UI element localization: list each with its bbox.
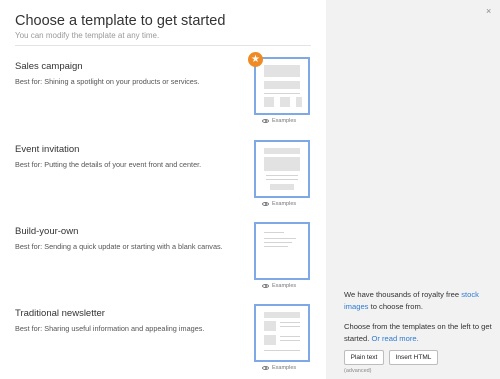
stock-text-after: to choose from. (368, 301, 423, 311)
template-bestfor-event-invitation: Best for: Putting the details of your ev… (15, 160, 202, 169)
template-chooser-panel: Choose a template to get started You can… (0, 0, 326, 379)
examples-label: Examples (272, 365, 297, 371)
template-name-sales-campaign: Sales campaign (15, 61, 83, 72)
featured-star-icon: ★ (248, 52, 263, 67)
examples-link-traditional-newsletter[interactable]: Examples (262, 365, 296, 371)
eye-icon (262, 366, 269, 370)
insert-html-button[interactable]: Insert HTML (389, 350, 438, 365)
eye-icon (262, 284, 269, 288)
eye-icon (262, 119, 269, 123)
read-more-link[interactable]: Or read more. (371, 334, 418, 343)
template-name-event-invitation: Event invitation (15, 144, 80, 155)
stock-text-before: We have thousands of royalty free (344, 290, 462, 299)
examples-link-sales-campaign[interactable]: Examples (262, 118, 296, 124)
examples-label: Examples (272, 283, 297, 289)
examples-link-event-invitation[interactable]: Examples (262, 201, 296, 207)
plain-text-button[interactable]: Plain text (344, 350, 384, 365)
close-icon[interactable]: × (486, 6, 491, 16)
template-bestfor-traditional-newsletter: Best for: Sharing useful information and… (15, 324, 205, 333)
template-name-build-your-own: Build-your-own (15, 226, 79, 237)
stock-images-text: We have thousands of royalty free stock … (344, 289, 494, 313)
template-thumbnail-event-invitation[interactable] (254, 140, 310, 198)
eye-icon (262, 202, 269, 206)
examples-label: Examples (272, 201, 297, 207)
choose-template-text: Choose from the templates on the left to… (344, 321, 494, 345)
template-thumbnail-build-your-own[interactable] (254, 222, 310, 280)
template-thumbnail-traditional-newsletter[interactable] (254, 304, 310, 362)
examples-label: Examples (272, 118, 297, 124)
page-subtitle: You can modify the template at any time. (15, 31, 160, 40)
template-name-traditional-newsletter: Traditional newsletter (15, 308, 105, 319)
template-thumbnail-sales-campaign[interactable] (254, 57, 310, 115)
template-bestfor-sales-campaign: Best for: Shining a spotlight on your pr… (15, 77, 200, 86)
examples-link-build-your-own[interactable]: Examples (262, 283, 296, 289)
divider (15, 45, 311, 46)
template-bestfor-build-your-own: Best for: Sending a quick update or star… (15, 242, 223, 251)
advanced-note: (advanced) (344, 368, 372, 374)
page-title: Choose a template to get started (15, 13, 226, 29)
